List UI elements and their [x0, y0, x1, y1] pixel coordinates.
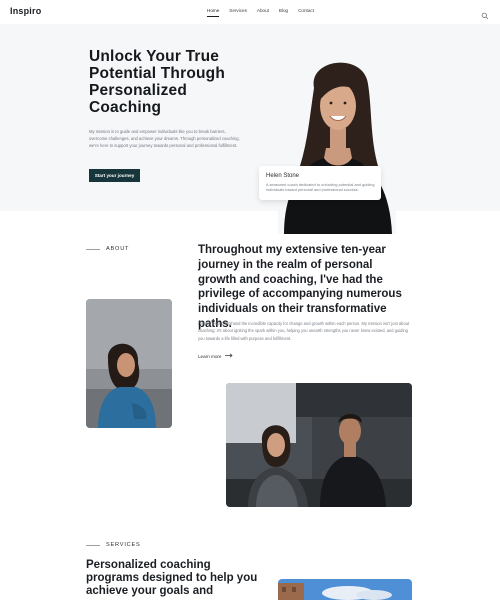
nav-item-blog[interactable]: Blog [279, 8, 288, 17]
services-section-label: SERVICES [86, 542, 141, 548]
coach-description: A seasoned coach dedicated to unlocking … [266, 182, 375, 193]
nav-item-contact[interactable]: Contact [298, 8, 314, 17]
start-journey-button[interactable]: Start your journey [89, 169, 140, 182]
services-label-text: SERVICES [106, 542, 141, 548]
nav-item-home[interactable]: Home [207, 8, 220, 17]
services-heading: Personalized coaching programs designed … [86, 559, 258, 598]
label-rule [86, 248, 100, 250]
learn-more-link[interactable]: Learn more [198, 353, 233, 359]
about-description: I've witnessed firsthand the incredible … [198, 321, 410, 341]
about-label-text: ABOUT [106, 246, 130, 252]
services-photo [278, 579, 412, 600]
coach-name: Helen Stone [266, 173, 300, 179]
site-logo[interactable]: Inspiro [10, 6, 41, 16]
search-icon[interactable] [481, 7, 489, 20]
learn-more-label: Learn more [198, 353, 222, 359]
hero-title: Unlock Your True Potential Through Perso… [89, 48, 225, 116]
about-photo-woman [86, 299, 172, 428]
label-rule [86, 544, 100, 546]
arrow-right-icon [224, 353, 233, 359]
top-navigation: Inspiro Home Services About Blog Contact [0, 0, 500, 24]
nav-item-about[interactable]: About [257, 8, 269, 17]
hero-section: Unlock Your True Potential Through Perso… [0, 24, 500, 234]
main-menu: Home Services About Blog Contact [207, 8, 314, 17]
nav-item-services[interactable]: Services [229, 8, 247, 17]
coach-info-card: Helen Stone A seasoned coach dedicated t… [259, 166, 381, 200]
coach-portrait [278, 48, 396, 234]
about-photo-team [226, 383, 412, 507]
about-section-label: ABOUT [86, 246, 129, 252]
hero-description: My mission is to guide and empower indiv… [89, 129, 240, 149]
about-heading: Throughout my extensive ten-year journey… [198, 244, 402, 330]
